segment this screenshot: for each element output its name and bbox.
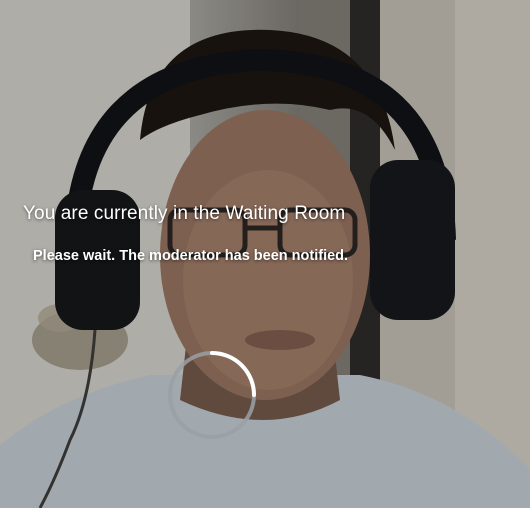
waiting-room-overlay: You are currently in the Waiting Room Pl…	[0, 0, 530, 508]
waiting-room-screen: You are currently in the Waiting Room Pl…	[0, 0, 530, 508]
loading-spinner-icon	[168, 351, 256, 439]
waiting-room-subtitle: Please wait. The moderator has been noti…	[33, 248, 349, 264]
spinner-arc	[210, 351, 256, 397]
waiting-room-title: You are currently in the Waiting Room	[23, 203, 346, 224]
